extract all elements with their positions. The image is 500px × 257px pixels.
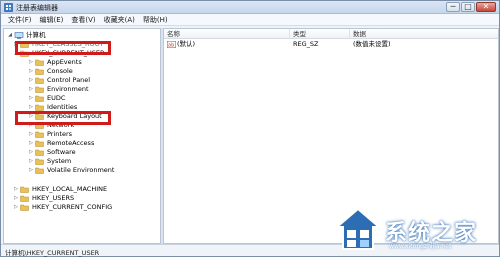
expand-arrow-icon[interactable]: ▷ [28,166,34,175]
reg-string-value-icon: ab [167,41,176,48]
column-header-data[interactable]: 数据 [350,29,498,39]
folder-icon [20,186,29,193]
value-name: (默认) [177,40,196,48]
folder-icon [35,149,44,156]
expand-arrow-icon[interactable]: ▷ [28,130,34,139]
highlight-box-keyboard-layout [15,111,111,125]
key-tree-pane[interactable]: ◢ 计算机 ▷ HKEY_CLASSES_ROOT ◢ HKEY_CURRENT… [3,28,161,244]
expand-arrow-icon[interactable]: ▷ [28,139,34,148]
folder-icon [35,86,44,93]
menu-file[interactable]: 文件(F) [4,14,36,25]
status-path: 计算机\HKEY_CURRENT_USER [5,249,100,257]
tree-item-label: HKEY_CURRENT_CONFIG [32,203,113,211]
close-button[interactable]: ✕ [476,2,496,12]
highlight-box-hkcu [15,41,111,55]
menu-help[interactable]: 帮助(H) [139,14,172,25]
expand-arrow-icon[interactable]: ▷ [28,157,34,166]
expand-arrow-icon[interactable]: ▷ [13,203,19,212]
registry-editor-window: 注册表编辑器 ─ □ ✕ 文件(F) 编辑(E) 查看(V) 收藏夹(A) 帮助… [0,0,500,257]
folder-icon [20,204,29,211]
expand-arrow-icon[interactable]: ▷ [13,185,19,194]
svg-text:ab: ab [168,43,174,48]
folder-icon [35,68,44,75]
expand-arrow-icon[interactable]: ▷ [28,148,34,157]
tree-item-label: EUDC [47,94,66,102]
tree-item-label: System [47,157,72,165]
tree-item-label: AppEvents [47,58,82,66]
tree-item-label: 计算机 [26,31,46,39]
column-header-name[interactable]: 名称 [164,29,290,39]
folder-icon [35,59,44,66]
tree-item-label: RemoteAccess [47,139,95,147]
tree-item-label: HKEY_LOCAL_MACHINE [32,185,108,193]
close-icon: ✕ [482,2,490,11]
menu-edit[interactable]: 编辑(E) [36,14,68,25]
expand-arrow-icon[interactable]: ▷ [28,85,34,94]
tree-item-label: Environment [47,85,89,93]
watermark: 系统之家 www.xitongzhijia.net [329,201,500,257]
folder-icon [35,95,44,102]
minimize-icon: ─ [450,2,456,11]
expand-arrow-icon[interactable]: ▷ [28,58,34,67]
tree-item-label: HKEY_USERS [32,194,75,202]
folder-icon [35,131,44,138]
value-type: REG_SZ [293,40,319,48]
maximize-icon: □ [464,2,472,11]
registry-editor-icon [4,3,13,12]
tree-item-label: Printers [47,130,73,138]
expand-arrow-icon[interactable]: ▷ [28,94,34,103]
value-row[interactable]: ab (默认) REG_SZ (数值未设置) [164,40,498,49]
folder-icon [35,167,44,174]
folder-icon [35,77,44,84]
tree-item-label: Control Panel [47,76,91,84]
expand-arrow-icon[interactable]: ▷ [13,194,19,203]
tree-item-label: Volatile Environment [47,166,115,174]
menu-view[interactable]: 查看(V) [67,14,99,25]
folder-icon [35,140,44,147]
window-title: 注册表编辑器 [16,4,58,12]
expand-arrow-icon[interactable]: ▷ [28,67,34,76]
menu-bar: 文件(F) 编辑(E) 查看(V) 收藏夹(A) 帮助(H) [1,14,499,26]
title-bar: 注册表编辑器 ─ □ ✕ [1,1,499,14]
tree-item-label: Software [47,148,76,156]
house-logo-icon [334,207,382,250]
watermark-site: www.xitongzhijia.net [389,243,452,250]
list-header: 名称 类型 数据 [164,29,498,39]
value-data: (数值未设置) [353,40,391,48]
computer-icon [14,32,24,39]
expand-arrow-icon[interactable]: ▷ [28,76,34,85]
maximize-button[interactable]: □ [461,2,475,12]
folder-icon [35,104,44,111]
collapse-arrow-icon[interactable]: ◢ [7,31,13,40]
column-header-type[interactable]: 类型 [290,29,350,39]
window-controls: ─ □ ✕ [445,2,496,13]
tree-item-label: Console [47,67,73,75]
folder-icon [20,195,29,202]
menu-favorites[interactable]: 收藏夹(A) [100,14,139,25]
minimize-button[interactable]: ─ [446,2,460,12]
folder-icon [35,158,44,165]
